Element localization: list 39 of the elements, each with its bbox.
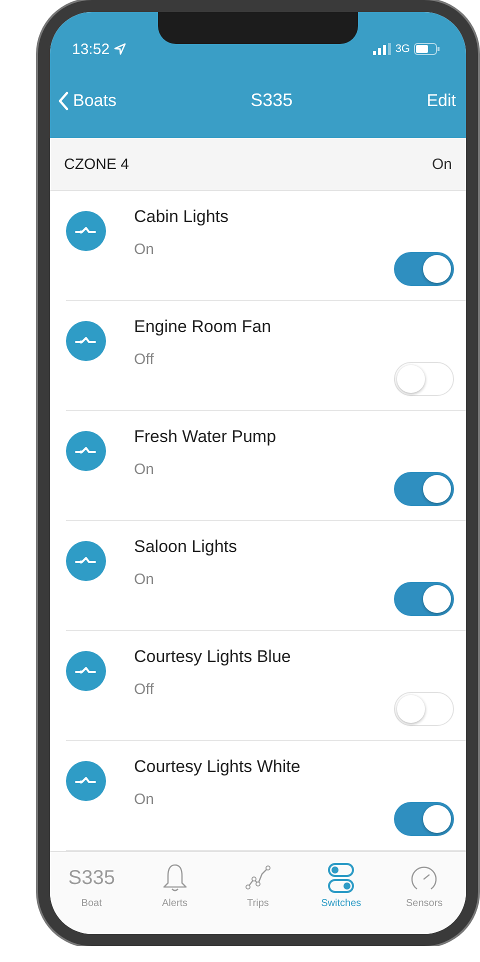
switch-state: Off	[134, 681, 155, 698]
edit-button[interactable]: Edit	[426, 90, 456, 110]
status-time: 13:52	[72, 40, 110, 58]
chevron-left-icon	[58, 90, 69, 110]
switch-name: Courtesy Lights Blue	[134, 647, 292, 667]
network-label: 3G	[395, 43, 410, 55]
switch-state: Off	[134, 351, 155, 368]
toggle-switch[interactable]	[394, 472, 454, 506]
signal-icon	[373, 43, 392, 55]
tab-button[interactable]: Sensors	[389, 862, 460, 909]
switch-state: On	[134, 571, 156, 588]
toggle-switch[interactable]	[394, 252, 454, 286]
location-arrow-icon	[114, 43, 126, 55]
switch-circuit-icon	[66, 651, 106, 691]
switch-name: Courtesy Lights White	[134, 757, 302, 777]
switch-name: Cabin Lights	[134, 207, 230, 227]
toggle-switch[interactable]	[394, 582, 454, 616]
toggles-icon	[326, 862, 356, 894]
battery-icon	[414, 43, 440, 55]
switch-circuit-icon	[66, 211, 106, 251]
switch-name: Fresh Water Pump	[134, 427, 278, 447]
tab-button[interactable]: S335 Boat	[56, 862, 127, 909]
tab-button[interactable]: Switches	[306, 862, 376, 909]
switch-state: On	[134, 791, 156, 808]
switch-name: Saloon Lights	[134, 537, 238, 557]
section-title: CZONE 4	[64, 156, 130, 172]
back-button[interactable]: Boats	[58, 90, 116, 110]
switch-state: On	[134, 461, 156, 478]
switch-name: Engine Room Fan	[134, 317, 272, 337]
tab-button[interactable]: Trips	[222, 862, 293, 909]
toggle-switch[interactable]	[394, 802, 454, 836]
switch-circuit-icon	[66, 761, 106, 801]
switch-circuit-icon	[66, 321, 106, 361]
screen-title: S335	[250, 90, 293, 111]
tab-button[interactable]: Alerts	[140, 862, 210, 909]
section-state: On	[432, 156, 452, 172]
switch-circuit-icon	[66, 431, 106, 471]
switch-state: On	[134, 241, 156, 258]
switch-circuit-icon	[66, 541, 106, 581]
